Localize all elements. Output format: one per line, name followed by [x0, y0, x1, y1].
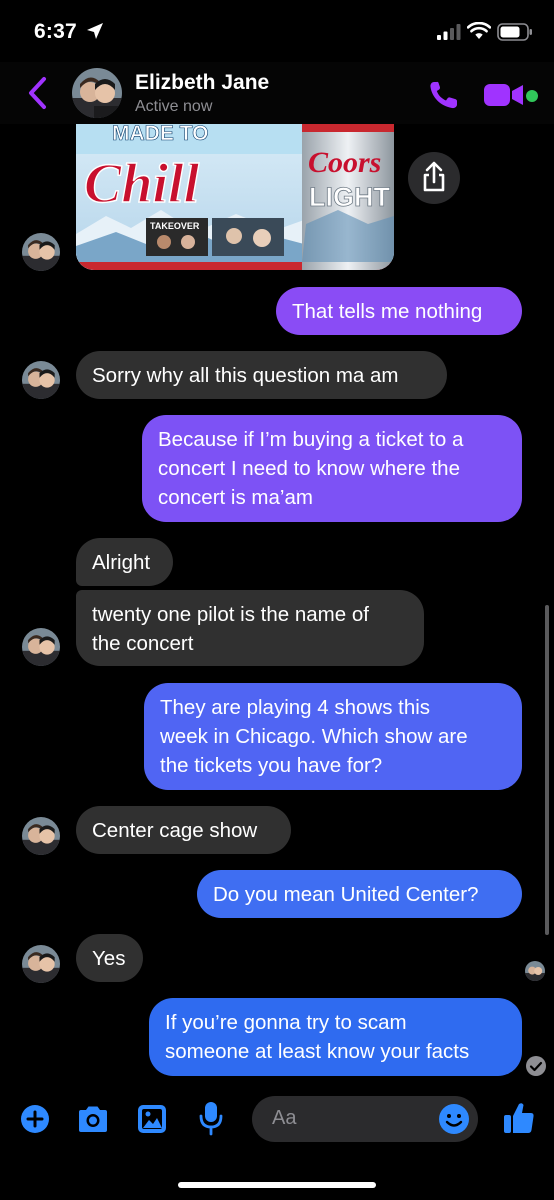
contact-name[interactable]: Elizbeth Jane	[135, 71, 269, 95]
message-text: Sorry why all this question ma am	[92, 363, 399, 387]
plus-icon[interactable]	[20, 1104, 50, 1134]
image-icon[interactable]	[136, 1103, 168, 1135]
sender-avatar[interactable]	[22, 233, 60, 271]
message-text: Yes	[92, 946, 126, 970]
contact-avatar[interactable]	[72, 68, 122, 118]
message-composer: Aa	[0, 1086, 554, 1156]
share-button[interactable]	[408, 152, 460, 204]
back-chevron-icon[interactable]	[26, 76, 50, 110]
message-text-line: They are playing 4 shows this	[160, 696, 431, 719]
message-text-line: Because if I’m buying a ticket to a	[158, 428, 464, 451]
message-text-line: concert I need to know where the	[158, 457, 460, 480]
emoji-icon[interactable]	[438, 1103, 470, 1135]
location-arrow-icon	[87, 23, 103, 39]
scrollbar[interactable]	[545, 605, 549, 935]
signal-icon	[437, 24, 461, 40]
message-bubble-incoming[interactable]: Center cage show	[76, 806, 291, 854]
status-time: 6:37	[34, 20, 77, 43]
message-bubble-incoming[interactable]: Sorry why all this question ma am	[76, 351, 447, 399]
message-text-line: someone at least know your facts	[165, 1040, 470, 1063]
ad-text-coors: Coors	[308, 146, 381, 179]
message-text-line: week in Chicago. Which show are	[160, 725, 468, 748]
ad-text-made-to: MADE TO	[112, 124, 208, 145]
message-bubble-outgoing[interactable]: If you’re gonna try to scam someone at l…	[149, 998, 522, 1076]
sender-avatar[interactable]	[22, 628, 60, 666]
seen-check-icon	[526, 1056, 546, 1076]
message-bubble-outgoing[interactable]: They are playing 4 shows this week in Ch…	[144, 683, 522, 790]
phone-icon[interactable]	[428, 80, 460, 110]
message-bubble-incoming[interactable]: Yes	[76, 934, 143, 982]
video-camera-icon[interactable]	[483, 82, 525, 108]
message-text-line: If you’re gonna try to scam	[165, 1011, 407, 1034]
message-input[interactable]: Aa	[252, 1096, 478, 1142]
contact-active-status: Active now	[135, 98, 213, 115]
ad-text-chill: Chill	[84, 153, 200, 215]
message-text-line: the tickets you have for?	[160, 754, 383, 777]
ad-text-light: LIGHT	[309, 182, 390, 212]
sender-avatar[interactable]	[22, 817, 60, 855]
home-indicator[interactable]	[178, 1182, 376, 1188]
message-bubble-incoming[interactable]: Alright	[76, 538, 173, 586]
message-bubble-incoming[interactable]: twenty one pilot is the name of the conc…	[76, 590, 424, 666]
message-bubble-outgoing[interactable]: That tells me nothing	[276, 287, 522, 335]
sender-avatar[interactable]	[22, 945, 60, 983]
message-text: Center cage show	[92, 818, 258, 842]
chat-header: Elizbeth Jane Active now	[0, 62, 554, 124]
message-bubble-outgoing[interactable]: Because if I’m buying a ticket to a conc…	[142, 415, 522, 522]
microphone-icon[interactable]	[198, 1100, 224, 1136]
message-input-placeholder: Aa	[272, 1107, 297, 1129]
online-indicator	[526, 90, 538, 102]
message-text: Alright	[92, 550, 151, 574]
ad-text-takeover: TAKEOVER	[150, 221, 200, 231]
message-text-line: the concert	[92, 632, 194, 655]
sender-avatar[interactable]	[22, 361, 60, 399]
status-bar: 6:37	[0, 0, 554, 60]
read-receipt-avatar	[525, 961, 545, 981]
battery-icon	[497, 23, 532, 41]
message-text-line: twenty one pilot is the name of	[92, 603, 369, 626]
message-bubble-outgoing[interactable]: Do you mean United Center?	[197, 870, 522, 918]
wifi-icon	[467, 22, 491, 39]
shared-image[interactable]: MADE TO Chill Coors LIGHT TAKEOVER	[76, 124, 394, 270]
message-text: Do you mean United Center?	[213, 882, 479, 906]
message-text: That tells me nothing	[292, 299, 483, 323]
share-icon	[423, 161, 445, 192]
message-text-line: concert is ma’am	[158, 486, 313, 509]
camera-icon[interactable]	[76, 1104, 110, 1134]
thumbs-up-icon[interactable]	[502, 1100, 536, 1136]
